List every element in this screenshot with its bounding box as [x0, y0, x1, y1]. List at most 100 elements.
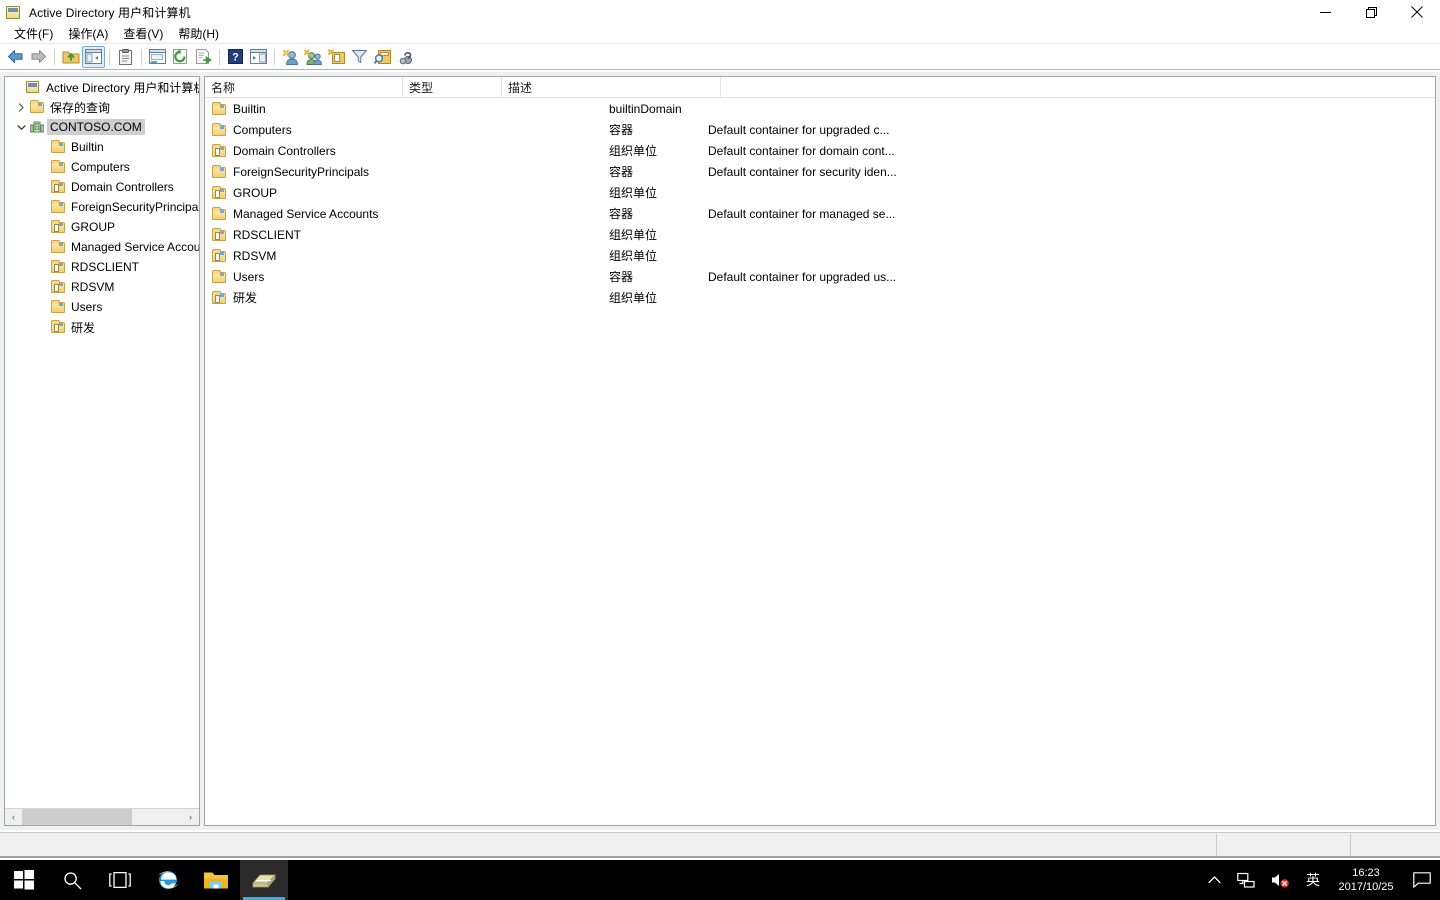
list-column-headers: 名称 类型 描述 — [205, 77, 1435, 98]
column-header-name[interactable]: 名称 — [205, 77, 403, 98]
forward-icon[interactable] — [27, 46, 50, 68]
menu-view[interactable]: 查看(V) — [117, 23, 172, 44]
table-row[interactable]: Users 容器 Default container for upgraded … — [205, 266, 1435, 287]
new-ou-icon[interactable] — [325, 46, 348, 68]
row-name-label: Domain Controllers — [233, 143, 336, 158]
tree-node-users[interactable]: Users — [5, 297, 199, 317]
cell-name: GROUP — [211, 182, 277, 203]
cell-name: Users — [211, 266, 264, 287]
tree-horizontal-scrollbar[interactable]: ‹ › — [5, 808, 199, 825]
up-one-level-icon[interactable] — [59, 46, 82, 68]
row-name-label: GROUP — [233, 185, 278, 200]
ime-language-indicator[interactable]: 英 — [1298, 860, 1328, 900]
content-panes: Active Directory 用户和计算机 保存的查询 CONTOSO.CO… — [0, 72, 1440, 830]
scrollbar-track[interactable] — [22, 809, 182, 825]
minimize-button[interactable] — [1302, 0, 1348, 24]
chevron-right-icon[interactable] — [13, 99, 29, 115]
scrollbar-thumb[interactable] — [22, 809, 132, 825]
container-icon — [50, 299, 66, 315]
container-icon — [50, 139, 66, 155]
show-hide-console-tree-icon[interactable] — [82, 45, 105, 68]
show-hidden-icons-chevron-icon[interactable] — [1200, 860, 1229, 900]
cell-type: 容器 — [609, 207, 634, 221]
maximize-restore-button[interactable] — [1348, 0, 1394, 24]
menu-action[interactable]: 操作(A) — [62, 23, 117, 44]
back-icon[interactable] — [4, 46, 27, 68]
cell-name: Builtin — [211, 98, 266, 119]
network-icon[interactable] — [1229, 860, 1263, 900]
query-icon[interactable] — [394, 46, 417, 68]
svg-text:?: ? — [232, 52, 239, 64]
menu-file[interactable]: 文件(F) — [8, 23, 62, 44]
cell-type: 组织单位 — [609, 291, 658, 305]
row-name-label: 研发 — [233, 291, 258, 305]
clock-time: 16:23 — [1352, 867, 1380, 879]
table-row[interactable]: RDSVM 组织单位 — [205, 245, 1435, 266]
tree-node-computers[interactable]: Computers — [5, 157, 199, 177]
scroll-right-arrow-icon[interactable]: › — [182, 809, 199, 825]
container-icon — [50, 199, 66, 215]
table-row[interactable]: Managed Service Accounts 容器 Default cont… — [205, 203, 1435, 224]
properties-icon[interactable] — [114, 46, 137, 68]
table-row[interactable]: ForeignSecurityPrincipals 容器 Default con… — [205, 161, 1435, 182]
tree-node-label: Domain Controllers — [71, 180, 174, 194]
cell-name: Computers — [211, 119, 292, 140]
container-icon — [211, 206, 227, 222]
tree-node-foreignsecurityprincipals[interactable]: ForeignSecurityPrincipals — [5, 197, 199, 217]
cell-description: Default container for upgraded c... — [708, 122, 890, 137]
new-group-icon[interactable] — [302, 46, 325, 68]
cell-type: builtinDomain — [609, 101, 682, 116]
row-name-label: Builtin — [233, 101, 266, 116]
refresh-icon[interactable] — [169, 46, 192, 68]
console-tree[interactable]: Active Directory 用户和计算机 保存的查询 CONTOSO.CO… — [5, 77, 199, 808]
table-row[interactable]: Builtin builtinDomain — [205, 98, 1435, 119]
scroll-left-arrow-icon[interactable]: ‹ — [5, 809, 22, 825]
close-button[interactable] — [1394, 0, 1440, 24]
tree-node-rdsclient[interactable]: RDSCLIENT — [5, 257, 199, 277]
column-header-type[interactable]: 类型 — [403, 77, 502, 98]
tree-node-contoso-com[interactable]: CONTOSO.COM — [5, 117, 199, 137]
tree-node-managed-service-accounts[interactable]: Managed Service Accounts — [5, 237, 199, 257]
search-icon[interactable] — [48, 860, 96, 900]
find-icon[interactable] — [371, 46, 394, 68]
tree-node-rdsvm[interactable]: RDSVM — [5, 277, 199, 297]
ou-icon — [50, 279, 66, 295]
cell-name: Domain Controllers — [211, 140, 336, 161]
folder-icon — [29, 99, 45, 115]
new-user-icon[interactable] — [279, 46, 302, 68]
tree-node-root[interactable]: Active Directory 用户和计算机 — [5, 77, 199, 97]
tree-node-saved-queries[interactable]: 保存的查询 — [5, 97, 199, 117]
table-row[interactable]: RDSCLIENT 组织单位 — [205, 224, 1435, 245]
internet-explorer-icon[interactable] — [144, 860, 192, 900]
volume-muted-icon[interactable] — [1263, 860, 1298, 900]
tree-node-group[interactable]: GROUP — [5, 217, 199, 237]
clock[interactable]: 16:23 2017/10/25 — [1328, 860, 1404, 900]
column-header-description[interactable]: 描述 — [502, 77, 721, 98]
action-center-icon[interactable] — [1404, 860, 1440, 900]
ou-icon — [211, 248, 227, 264]
tree-node-yanfa[interactable]: 研发 — [5, 317, 199, 337]
table-row[interactable]: Computers 容器 Default container for upgra… — [205, 119, 1435, 140]
table-row[interactable]: 研发 组织单位 — [205, 287, 1435, 308]
task-view-icon[interactable] — [96, 860, 144, 900]
tree-node-domain-controllers[interactable]: Domain Controllers — [5, 177, 199, 197]
tree-node-builtin[interactable]: Builtin — [5, 137, 199, 157]
file-explorer-icon[interactable] — [192, 860, 240, 900]
chevron-down-icon[interactable] — [13, 119, 29, 135]
new-window-icon[interactable] — [146, 46, 169, 68]
menu-help[interactable]: 帮助(H) — [172, 23, 228, 44]
start-button[interactable] — [0, 860, 48, 900]
tree-node-label: GROUP — [71, 220, 116, 234]
filter-icon[interactable] — [348, 46, 371, 68]
clock-date: 2017/10/25 — [1338, 881, 1394, 893]
export-list-icon[interactable] — [192, 46, 215, 68]
tree-node-label: 研发 — [71, 320, 96, 335]
show-actions-pane-icon[interactable] — [247, 46, 270, 68]
table-row[interactable]: GROUP 组织单位 — [205, 182, 1435, 203]
mmc-console-icon[interactable] — [240, 860, 288, 900]
table-row[interactable]: Domain Controllers 组织单位 Default containe… — [205, 140, 1435, 161]
tree-node-label: Computers — [71, 160, 130, 174]
list-rows: Builtin builtinDomain Computers 容器 Defau… — [205, 98, 1435, 825]
cell-description: Default container for managed se... — [708, 206, 896, 221]
help-icon[interactable]: ? — [224, 46, 247, 68]
